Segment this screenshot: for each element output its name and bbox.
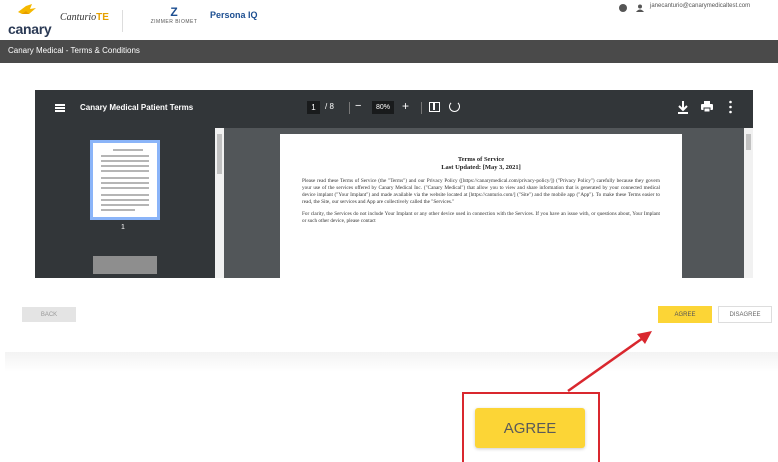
thumb-line: [101, 177, 149, 179]
page-thumbnail[interactable]: [90, 140, 160, 220]
disagree-button[interactable]: DISAGREE: [718, 306, 772, 323]
canary-logo[interactable]: canary: [8, 2, 52, 37]
panel-shadow: [5, 352, 778, 372]
thumb-line: [101, 209, 135, 211]
thumb-line: [101, 170, 149, 172]
toolbar-divider: [421, 102, 422, 114]
settings-icon[interactable]: [619, 4, 627, 12]
more-icon[interactable]: [729, 100, 732, 114]
app-root: canary CanturioTE Z ZIMMER BIOMET Person…: [0, 0, 778, 462]
page-total: / 8: [325, 102, 334, 111]
top-header: canary CanturioTE Z ZIMMER BIOMET Person…: [0, 0, 778, 40]
zimmer-biomet-logo: Z ZIMMER BIOMET: [142, 6, 206, 34]
thumb-line: [101, 204, 149, 206]
user-icon[interactable]: [636, 4, 644, 12]
zoom-level-input[interactable]: 80%: [372, 101, 394, 114]
persona-iq-logo: Persona IQ: [210, 10, 258, 20]
canturio-text: Canturio: [60, 12, 97, 23]
thumbnail-sidebar: 1: [35, 128, 215, 278]
menu-icon[interactable]: [55, 104, 65, 112]
back-button[interactable]: BACK: [22, 307, 76, 322]
fit-page-icon[interactable]: [429, 102, 440, 112]
scrollbar-thumb[interactable]: [217, 134, 222, 174]
download-icon[interactable]: [677, 100, 689, 114]
canturio-suffix: TE: [96, 12, 109, 23]
thumb-line: [101, 155, 149, 157]
thumb-line: [101, 187, 149, 189]
doc-heading: Terms of Service: [457, 156, 505, 163]
thumb-line: [113, 149, 143, 151]
pdf-page: Terms of Service Last Updated: [May 3, 2…: [280, 134, 682, 278]
thumbnail-page-number: 1: [121, 224, 125, 231]
agree-button[interactable]: AGREE: [658, 306, 712, 323]
zimmer-text: ZIMMER BIOMET: [150, 19, 198, 25]
pdf-viewer: Canary Medical Patient Terms 1 / 8 − 80%…: [35, 90, 753, 278]
print-icon[interactable]: [701, 101, 713, 112]
page-thumbnail[interactable]: [93, 256, 157, 274]
pdf-document-title: Canary Medical Patient Terms: [80, 103, 194, 112]
thumb-line: [101, 160, 149, 162]
doc-paragraph: For clarity, the Services do not include…: [302, 211, 660, 224]
toolbar-divider: [349, 102, 350, 114]
page-scrollbar[interactable]: [744, 128, 753, 278]
page-number-input[interactable]: 1: [307, 101, 320, 114]
page-title: Canary Medical - Terms & Conditions: [8, 46, 140, 55]
doc-updated: Last Updated: [May 3, 2021]: [441, 164, 521, 171]
pdf-page-area: Terms of Service Last Updated: [May 3, 2…: [224, 128, 744, 278]
rotate-icon[interactable]: [449, 101, 460, 112]
canary-bird-icon: [18, 4, 36, 14]
thumb-line: [101, 165, 149, 167]
callout-agree-button: AGREE: [475, 408, 585, 448]
thumb-line: [101, 199, 149, 201]
canary-logo-text: canary: [8, 21, 52, 37]
thumb-line: [101, 194, 149, 196]
zoom-in-button[interactable]: +: [402, 99, 409, 113]
sidebar-scrollbar[interactable]: [215, 128, 224, 278]
doc-paragraph: Please read these Terms of Service (the …: [302, 178, 660, 205]
user-email[interactable]: janecanturio@canarymedicaltest.com: [650, 3, 750, 9]
zoom-out-button[interactable]: −: [355, 100, 361, 112]
scrollbar-thumb[interactable]: [746, 134, 751, 150]
zimmer-mark: Z: [170, 5, 178, 19]
pdf-toolbar: Canary Medical Patient Terms 1 / 8 − 80%…: [35, 90, 753, 128]
canturio-logo: CanturioTE: [60, 12, 109, 23]
thumb-line: [101, 182, 149, 184]
header-divider: [122, 10, 123, 32]
page-title-bar: Canary Medical - Terms & Conditions: [0, 40, 778, 63]
